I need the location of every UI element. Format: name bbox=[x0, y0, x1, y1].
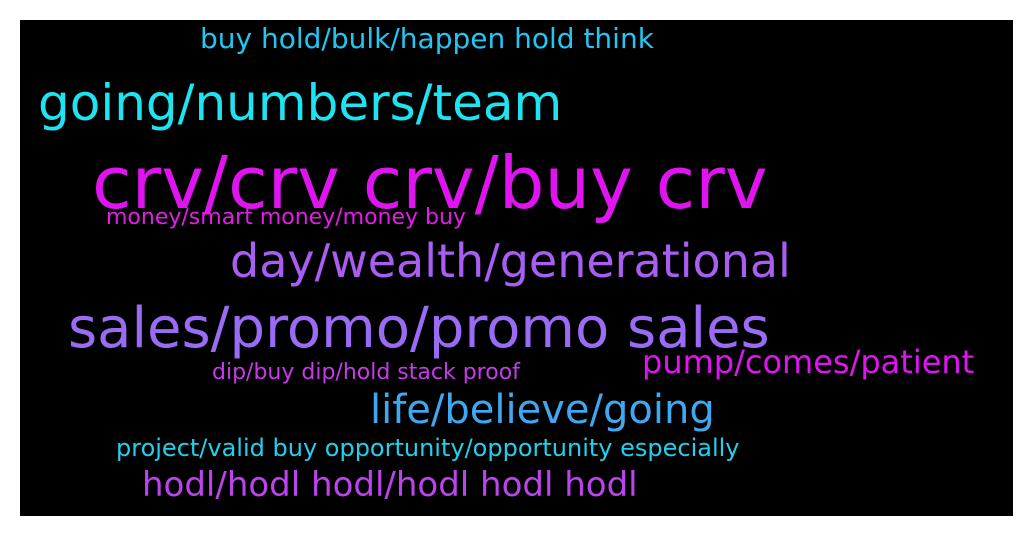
cloud-word: project/valid buy opportunity/opportunit… bbox=[116, 434, 740, 462]
cloud-word: hodl/hodl hodl/hodl hodl hodl bbox=[142, 465, 638, 505]
cloud-word: money/smart money/money buy bbox=[106, 205, 466, 230]
cloud-word: buy hold/bulk/happen hold think bbox=[200, 22, 654, 55]
cloud-word: day/wealth/generational bbox=[230, 234, 791, 288]
cloud-word: pump/comes/patient bbox=[642, 343, 975, 381]
cloud-word: dip/buy dip/hold stack proof bbox=[212, 360, 520, 385]
cloud-word: going/numbers/team bbox=[38, 74, 563, 132]
word-cloud: buy hold/bulk/happen hold think going/nu… bbox=[20, 20, 1013, 516]
cloud-word: life/believe/going bbox=[370, 387, 715, 433]
